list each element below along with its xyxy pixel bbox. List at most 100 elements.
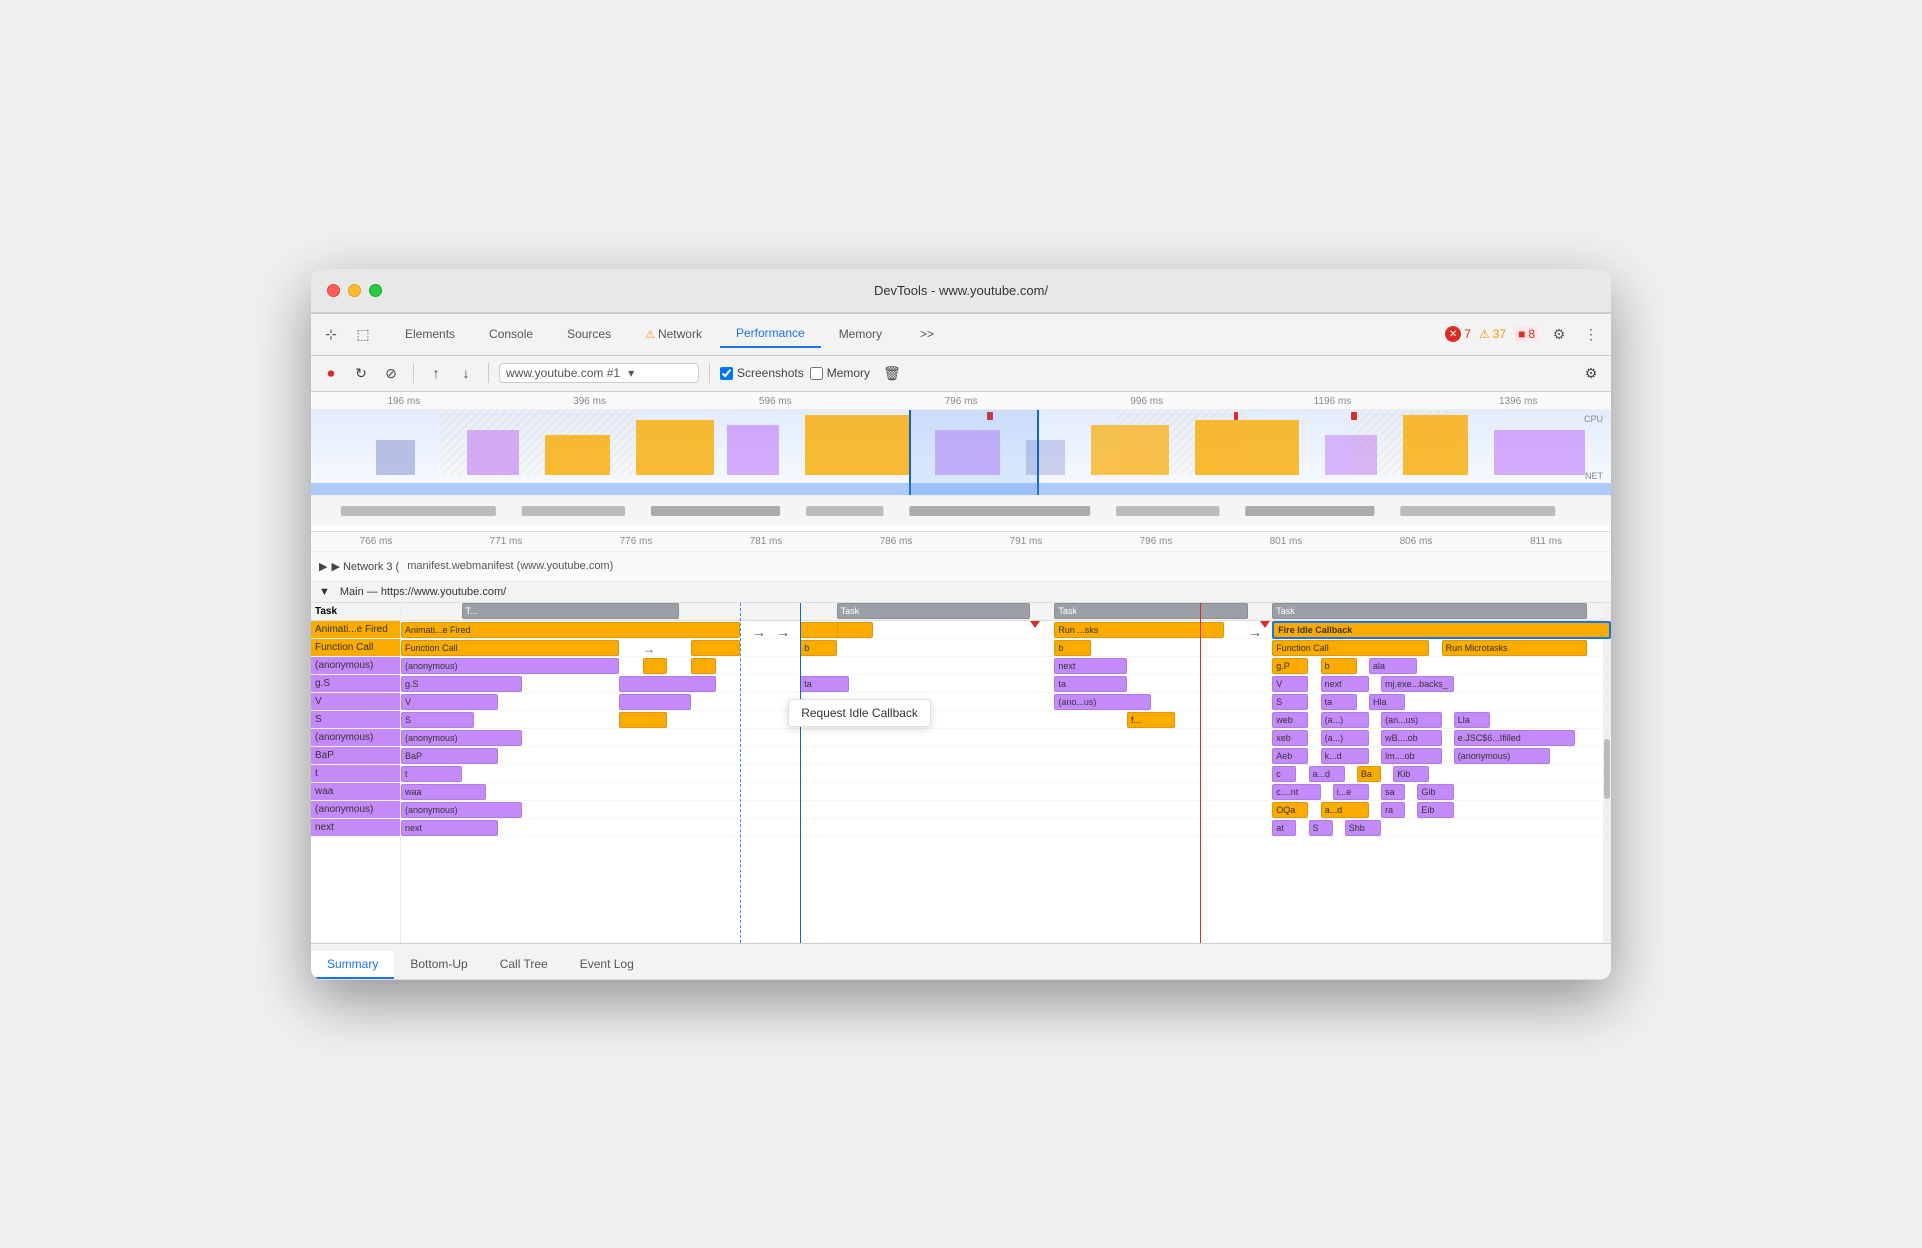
more-options-icon[interactable]: ⋮ — [1579, 322, 1603, 346]
scrollbar-thumb[interactable] — [1604, 739, 1610, 799]
an-block-1[interactable]: (a...) — [1321, 712, 1369, 728]
timeline-overview[interactable]: 196 ms 396 ms 596 ms 796 ms 996 ms 1196 … — [311, 392, 1611, 532]
ta-block-left[interactable]: ta — [800, 676, 848, 692]
s-block-right[interactable]: S — [1272, 694, 1308, 710]
yellow-bar-s[interactable] — [619, 712, 667, 728]
gp-block[interactable]: g.P — [1272, 658, 1308, 674]
gib-block[interactable]: Gib — [1417, 784, 1453, 800]
anon-right[interactable]: (anonymous) — [1454, 748, 1551, 764]
ad-block[interactable]: a...d — [1309, 766, 1345, 782]
record-button[interactable]: ⏺ — [319, 361, 343, 385]
gs-block[interactable]: g.S — [401, 676, 522, 692]
next-block-mid[interactable]: next — [1054, 658, 1127, 674]
tab-summary[interactable]: Summary — [311, 951, 394, 979]
reload-button[interactable]: ↻ — [349, 361, 373, 385]
anous-block[interactable]: (ano...us) — [1054, 694, 1151, 710]
anim-block-1[interactable]: Animati...e Fired — [401, 622, 740, 638]
v-block-main[interactable]: V — [401, 694, 498, 710]
task-block-3[interactable]: Task — [1054, 603, 1248, 619]
at-block[interactable]: at — [1272, 820, 1296, 836]
ra-block[interactable]: ra — [1381, 802, 1405, 818]
eib-block[interactable]: Eib — [1417, 802, 1453, 818]
task-block-2[interactable]: Task — [837, 603, 1031, 619]
memory-checkbox[interactable] — [810, 367, 823, 380]
f-block[interactable]: f... — [1127, 712, 1175, 728]
tab-elements[interactable]: Elements — [389, 321, 471, 347]
ala-block[interactable]: ala — [1369, 658, 1417, 674]
ba-block[interactable]: Ba — [1357, 766, 1381, 782]
shb-block[interactable]: Shb — [1345, 820, 1381, 836]
minimize-button[interactable] — [348, 284, 361, 297]
yellow-bar-1[interactable] — [643, 658, 667, 674]
func-call-block[interactable]: Function Call — [401, 640, 619, 656]
v-block[interactable]: V — [1272, 676, 1308, 692]
purple-bar-v[interactable] — [619, 694, 692, 710]
cnt-block[interactable]: c....nt — [1272, 784, 1320, 800]
tab-call-tree[interactable]: Call Tree — [484, 951, 564, 979]
clear-button[interactable]: ⊘ — [379, 361, 403, 385]
close-button[interactable] — [327, 284, 340, 297]
tab-performance[interactable]: Performance — [720, 320, 821, 348]
b-block-right[interactable]: b — [1321, 658, 1357, 674]
xeb-block[interactable]: xeb — [1272, 730, 1308, 746]
tab-event-log[interactable]: Event Log — [564, 951, 650, 979]
collapse-main-icon[interactable]: ▼ — [319, 586, 330, 598]
download-button[interactable]: ↓ — [454, 361, 478, 385]
trash-icon[interactable]: 🗑 — [880, 361, 904, 385]
tab-console[interactable]: Console — [473, 321, 549, 347]
wb-block[interactable]: wB....ob — [1381, 730, 1442, 746]
s-block-small[interactable]: S — [1309, 820, 1333, 836]
anon3-block[interactable]: (anonymous) — [401, 802, 522, 818]
ie-block[interactable]: i...e — [1333, 784, 1369, 800]
c-block[interactable]: c — [1272, 766, 1296, 782]
ta-block-right[interactable]: ta — [1321, 694, 1357, 710]
b-block-mid[interactable]: b — [1054, 640, 1090, 656]
ta-block-mid[interactable]: ta — [1054, 676, 1127, 692]
url-chevron-icon[interactable]: ▾ — [628, 366, 634, 380]
tab-bottom-up[interactable]: Bottom-Up — [394, 951, 483, 979]
flame-chart-area[interactable]: T... Task Task Task Animati...e Fired → … — [401, 603, 1611, 943]
tab-more[interactable]: >> — [904, 321, 950, 347]
inspect-icon[interactable]: ⊹ — [319, 322, 343, 346]
tab-sources[interactable]: Sources — [551, 321, 627, 347]
hla-block[interactable]: Hla — [1369, 694, 1405, 710]
toolbar-settings-icon[interactable]: ⚙ — [1579, 361, 1603, 385]
anus-block[interactable]: (an...us) — [1381, 712, 1442, 728]
fire-idle-callback-block[interactable]: Fire Idle Callback — [1272, 621, 1611, 639]
mj-block[interactable]: mj.exe...backs_ — [1381, 676, 1454, 692]
run-sks-block[interactable]: Run ...sks — [1054, 622, 1223, 638]
s-block-main[interactable]: S — [401, 712, 474, 728]
anon2-block[interactable]: (anonymous) — [401, 730, 522, 746]
bap-block[interactable]: BaP — [401, 748, 498, 764]
t-block[interactable]: t — [401, 766, 462, 782]
lmob-block[interactable]: lm....ob — [1381, 748, 1442, 764]
task-block-1[interactable]: T... — [462, 603, 680, 619]
next-block-right[interactable]: next — [1321, 676, 1369, 692]
waa-block[interactable]: waa — [401, 784, 486, 800]
task-block-4[interactable]: Task — [1272, 603, 1587, 619]
oqa-block[interactable]: OQa — [1272, 802, 1308, 818]
settings-gear-icon[interactable]: ⚙ — [1547, 322, 1571, 346]
upload-button[interactable]: ↑ — [424, 361, 448, 385]
next-block-main[interactable]: next — [401, 820, 498, 836]
maximize-button[interactable] — [369, 284, 382, 297]
web-block[interactable]: web — [1272, 712, 1308, 728]
lla-block[interactable]: Lla — [1454, 712, 1490, 728]
vertical-scrollbar[interactable] — [1603, 603, 1611, 943]
sa-block[interactable]: sa — [1381, 784, 1405, 800]
an-block-2[interactable]: (a...) — [1321, 730, 1369, 746]
func-call-right[interactable]: Function Call — [1272, 640, 1429, 656]
device-icon[interactable]: ⬚ — [351, 322, 375, 346]
tab-memory[interactable]: Memory — [823, 321, 898, 347]
aeb-block[interactable]: Aeb — [1272, 748, 1308, 764]
kd-block[interactable]: k...d — [1321, 748, 1369, 764]
tab-network[interactable]: ⚠Network — [629, 321, 718, 347]
yellow-bar-2[interactable] — [691, 658, 715, 674]
anim-block-3[interactable] — [837, 622, 873, 638]
screenshots-checkbox[interactable] — [720, 367, 733, 380]
anon-block[interactable]: (anonymous) — [401, 658, 619, 674]
kib-block[interactable]: Kib — [1393, 766, 1429, 782]
run-microtasks[interactable]: Run Microtasks — [1442, 640, 1587, 656]
ejsc-block[interactable]: e.JSC$6...Ifilled — [1454, 730, 1575, 746]
purple-bar-gs[interactable] — [619, 676, 716, 692]
